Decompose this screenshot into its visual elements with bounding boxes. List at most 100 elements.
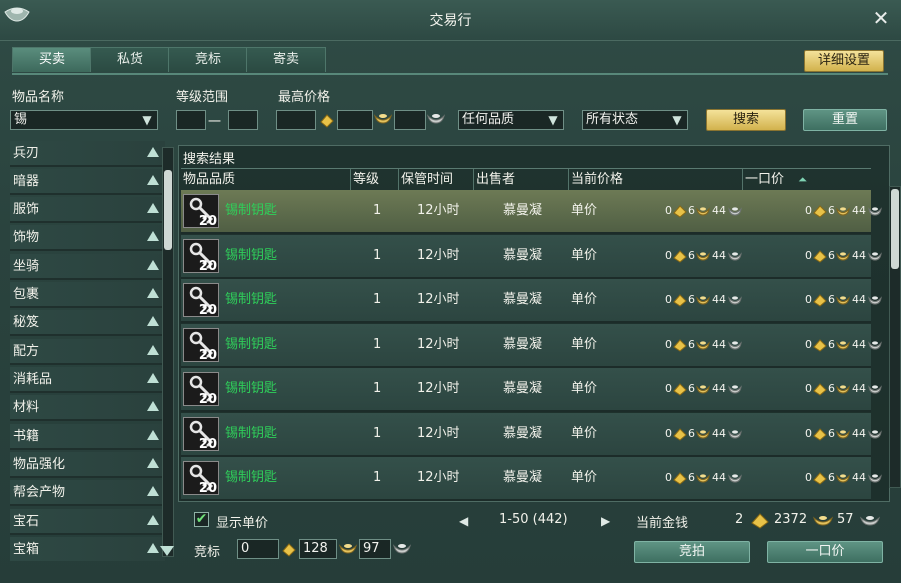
tab-private-goods[interactable]: 私货 — [90, 47, 170, 72]
item-icon[interactable]: 20 — [183, 283, 219, 318]
item-icon[interactable]: 20 — [183, 461, 219, 496]
reset-button[interactable]: 重置 — [803, 109, 887, 131]
expand-arrow-icon[interactable] — [147, 458, 159, 468]
column-buyout-price[interactable]: 一口价 ⏶ — [743, 169, 871, 190]
category-item[interactable]: 服饰 — [10, 197, 165, 223]
search-button[interactable]: 搜索 — [706, 109, 786, 131]
max-price-copper-input[interactable] — [394, 110, 426, 130]
bid-copper-input[interactable]: 97 — [359, 539, 391, 559]
expand-arrow-icon[interactable] — [147, 401, 159, 411]
buy-gold: 0 — [805, 248, 812, 262]
category-item[interactable]: 秘笈 — [10, 310, 165, 336]
item-stack-count: 20 — [198, 347, 217, 363]
status-select[interactable]: 所有状态 ▼ — [582, 110, 688, 130]
table-row[interactable]: 20 锡制钥匙 1 12小时 慕曼凝 单价 0 6 44 0 6 44 — [181, 234, 882, 279]
scroll-down-icon[interactable] — [160, 546, 174, 556]
show-unit-price-checkbox[interactable]: ✔ — [194, 512, 209, 527]
category-item[interactable]: 兵刃 — [10, 141, 165, 167]
expand-arrow-icon[interactable] — [147, 373, 159, 383]
category-scroll-thumb[interactable] — [164, 170, 172, 250]
column-quality[interactable]: 物品品质 — [181, 169, 351, 190]
expand-arrow-icon[interactable] — [147, 175, 159, 185]
item-level: 1 — [373, 203, 382, 218]
cur-copper: 44 — [712, 248, 726, 262]
buy-gold: 0 — [805, 337, 812, 351]
expand-arrow-icon[interactable] — [147, 486, 159, 496]
category-label: 暗器 — [13, 174, 40, 189]
item-icon[interactable]: 20 — [183, 194, 219, 229]
expand-arrow-icon[interactable] — [147, 430, 159, 440]
detail-settings-button[interactable]: 详细设置 — [804, 50, 884, 72]
category-item[interactable]: 包裹 — [10, 282, 165, 308]
category-item[interactable]: 书籍 — [10, 424, 165, 450]
category-scrollbar[interactable] — [162, 147, 174, 557]
column-seller[interactable]: 出售者 — [474, 169, 569, 190]
category-item[interactable]: 配方 — [10, 339, 165, 365]
results-scrollbar[interactable] — [889, 186, 901, 488]
expand-arrow-icon[interactable] — [147, 345, 159, 355]
prev-page-icon[interactable]: ◀ — [459, 514, 468, 528]
table-row[interactable]: 20 锡制钥匙 1 12小时 慕曼凝 单价 0 6 44 0 6 44 — [181, 190, 882, 234]
category-item[interactable]: 宝石 — [10, 509, 165, 535]
tab-consignment[interactable]: 寄卖 — [246, 47, 326, 72]
results-scroll-thumb[interactable] — [891, 189, 899, 269]
buyout-button[interactable]: 一口价 — [767, 541, 883, 563]
table-row[interactable]: 20 锡制钥匙 1 12小时 慕曼凝 单价 0 6 44 0 6 44 — [181, 323, 882, 368]
gold-ingot-icon — [813, 338, 827, 352]
category-item[interactable]: 饰物 — [10, 225, 165, 251]
silver-ingot-icon — [339, 544, 357, 554]
chevron-down-icon[interactable]: ▼ — [546, 113, 560, 127]
expand-arrow-icon[interactable] — [147, 515, 159, 525]
category-item[interactable]: 暗器 — [10, 169, 165, 195]
category-item[interactable]: 材料 — [10, 395, 165, 421]
expand-arrow-icon[interactable] — [147, 288, 159, 298]
item-icon[interactable]: 20 — [183, 327, 219, 363]
category-item[interactable]: 宝箱 — [10, 537, 165, 561]
tab-bidding[interactable]: 竞标 — [168, 47, 248, 72]
expand-arrow-icon[interactable] — [147, 231, 159, 241]
expand-arrow-icon[interactable] — [147, 543, 159, 553]
search-results-title: 搜索结果 — [183, 152, 236, 167]
expand-arrow-icon[interactable] — [147, 147, 159, 157]
sort-ascending-icon[interactable]: ⏶ — [798, 173, 807, 186]
expand-arrow-icon[interactable] — [147, 316, 159, 326]
column-level[interactable]: 等级 — [351, 169, 399, 190]
item-name-input[interactable]: 锡 ▼ — [10, 110, 158, 130]
chevron-down-icon[interactable]: ▼ — [140, 113, 154, 127]
table-row[interactable]: 20 锡制钥匙 1 12小时 慕曼凝 单价 0 6 44 0 6 44 — [181, 457, 882, 501]
table-row[interactable]: 20 锡制钥匙 1 12小时 慕曼凝 单价 0 6 44 0 6 44 — [181, 279, 882, 323]
bid-silver-input[interactable]: 128 — [299, 539, 337, 559]
item-name-value: 锡 — [14, 112, 28, 127]
next-page-icon[interactable]: ▶ — [601, 514, 610, 528]
category-label: 宝箱 — [13, 542, 40, 557]
bid-gold-input[interactable]: 0 — [237, 539, 279, 559]
category-item[interactable]: 物品强化 — [10, 452, 165, 478]
column-current-price[interactable]: 当前价格 — [569, 169, 743, 190]
copper-ingot-icon — [860, 516, 880, 526]
category-label: 书籍 — [13, 429, 40, 444]
gold-ingot-icon — [813, 294, 827, 307]
quality-select[interactable]: 任何品质 ▼ — [458, 110, 564, 130]
close-icon[interactable]: ✕ — [871, 8, 891, 28]
table-row[interactable]: 20 锡制钥匙 1 12小时 慕曼凝 单价 0 6 44 0 6 44 — [181, 412, 882, 457]
item-icon[interactable]: 20 — [183, 416, 219, 451]
item-icon[interactable]: 20 — [183, 372, 219, 407]
gold-ingot-icon — [813, 383, 827, 396]
bid-button[interactable]: 竞拍 — [634, 541, 750, 563]
search-results-panel: 搜索结果 物品品质 等级 保管时间 出售者 当前价格 一口价 ⏶ 20 锡制钥匙 1… — [178, 145, 901, 502]
item-icon[interactable]: 20 — [183, 238, 219, 273]
category-item[interactable]: 坐骑 — [10, 254, 165, 280]
expand-arrow-icon[interactable] — [147, 260, 159, 270]
max-price-silver-input[interactable] — [337, 110, 373, 130]
table-row[interactable]: 20 锡制钥匙 1 12小时 慕曼凝 单价 0 6 44 0 6 44 — [181, 368, 882, 412]
tab-buy-sell[interactable]: 买卖 — [12, 47, 92, 72]
chevron-down-icon[interactable]: ▼ — [670, 113, 684, 127]
category-item[interactable]: 消耗品 — [10, 367, 165, 393]
max-price-gold-input[interactable] — [276, 110, 316, 130]
buy-price: 0 6 44 — [805, 249, 901, 263]
column-storage-time[interactable]: 保管时间 — [399, 169, 474, 190]
expand-arrow-icon[interactable] — [147, 203, 159, 213]
level-max-input[interactable] — [228, 110, 258, 130]
category-item[interactable]: 帮会产物 — [10, 480, 165, 506]
level-min-input[interactable] — [176, 110, 206, 130]
